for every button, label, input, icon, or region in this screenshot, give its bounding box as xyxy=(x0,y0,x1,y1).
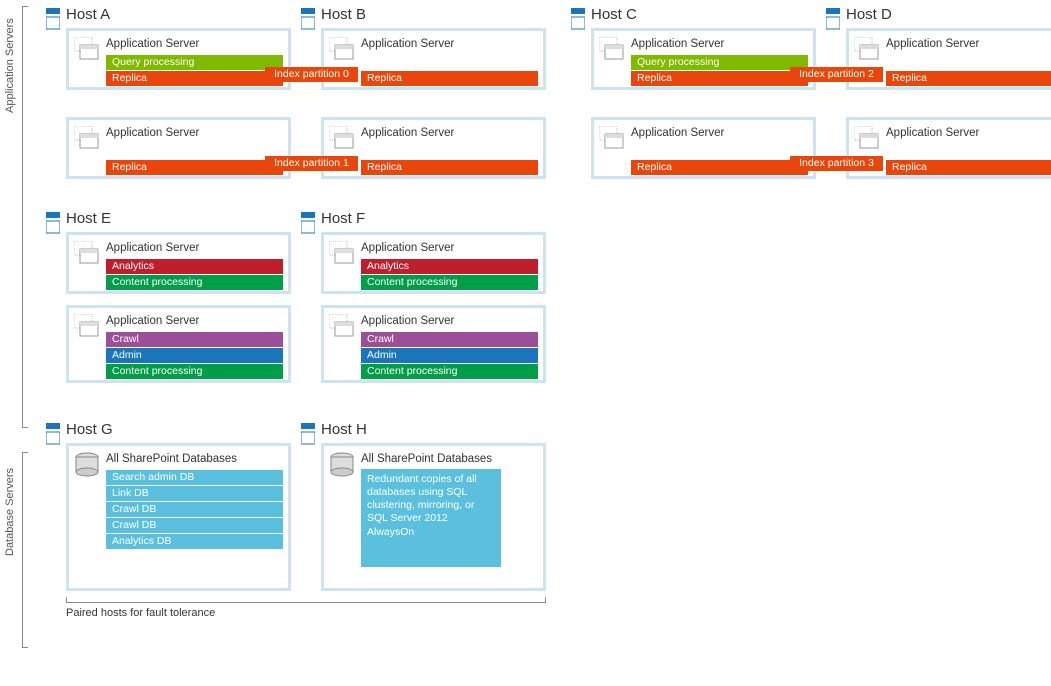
host-c-box-1: Application Server Query processing Repl… xyxy=(591,28,816,90)
server-title: Application Server xyxy=(631,35,808,54)
db-item: Search admin DB xyxy=(106,470,283,485)
role-analytics: Analytics xyxy=(106,259,283,274)
windows-icon xyxy=(329,37,355,61)
host-title: Host E xyxy=(66,210,111,227)
host-title: Host F xyxy=(321,210,365,227)
role-replica: Replica xyxy=(361,71,538,86)
host-a-box-2: Application Server . Replica xyxy=(66,117,291,179)
windows-icon xyxy=(74,37,100,61)
server-title: Application Server xyxy=(361,312,538,331)
host-title: Host D xyxy=(846,6,892,23)
app-servers-label: Application Servers xyxy=(4,6,16,126)
role-content: Content processing xyxy=(361,275,538,290)
role-query: Query processing xyxy=(631,55,808,70)
host-title: Host A xyxy=(66,6,110,23)
role-content: Content processing xyxy=(106,275,283,290)
role-crawl: Crawl xyxy=(361,332,538,347)
index-partition-3-label: Index partition 3 xyxy=(790,156,883,171)
windows-icon xyxy=(329,126,355,150)
server-title: Application Server xyxy=(106,124,283,143)
role-replica: Replica xyxy=(106,71,283,86)
windows-icon xyxy=(74,241,100,265)
server-title: Application Server xyxy=(361,35,538,54)
server-title: Application Server xyxy=(886,35,1051,54)
windows-icon xyxy=(329,241,355,265)
role-replica: Replica xyxy=(886,71,1051,86)
host-e-box-2: Application Server Crawl Admin Content p… xyxy=(66,305,291,383)
host-rack-icon xyxy=(46,212,60,232)
windows-icon xyxy=(599,126,625,150)
role-replica: Replica xyxy=(106,160,283,175)
host-f-box-1: Application Server Analytics Content pro… xyxy=(321,232,546,294)
host-e-box-1: Application Server Analytics Content pro… xyxy=(66,232,291,294)
paired-hosts-label: Paired hosts for fault tolerance xyxy=(66,607,215,619)
windows-icon xyxy=(329,314,355,338)
windows-icon xyxy=(854,37,880,61)
diagram-canvas: Host A Application Server Query processi… xyxy=(36,6,1046,611)
role-content: Content processing xyxy=(106,364,283,379)
role-admin: Admin xyxy=(106,348,283,363)
index-partition-0-label: Index partition 0 xyxy=(265,67,358,82)
server-title: Application Server xyxy=(361,239,538,258)
host-title: Host C xyxy=(591,6,637,23)
role-crawl: Crawl xyxy=(106,332,283,347)
index-partition-1-label: Index partition 1 xyxy=(265,156,358,171)
host-g-box: All SharePoint Databases Search admin DB… xyxy=(66,443,291,591)
host-rack-icon xyxy=(46,423,60,443)
server-title: Application Server xyxy=(106,35,283,54)
app-servers-bracket xyxy=(22,6,28,428)
db-servers-label: Database Servers xyxy=(4,452,16,572)
host-h-box: All SharePoint Databases Redundant copie… xyxy=(321,443,546,591)
host-rack-icon xyxy=(826,8,840,28)
server-title: Application Server xyxy=(361,124,538,143)
database-icon xyxy=(329,452,355,478)
server-title: Application Server xyxy=(106,239,283,258)
db-item: Crawl DB xyxy=(106,502,283,517)
role-content: Content processing xyxy=(361,364,538,379)
db-item: Crawl DB xyxy=(106,518,283,533)
paired-hosts-bracket xyxy=(66,597,546,603)
database-icon xyxy=(74,452,100,478)
host-a-box-1: Application Server Query processing Repl… xyxy=(66,28,291,90)
host-rack-icon xyxy=(46,8,60,28)
role-replica: Replica xyxy=(361,160,538,175)
windows-icon xyxy=(74,314,100,338)
role-replica: Replica xyxy=(886,160,1051,175)
windows-icon xyxy=(599,37,625,61)
server-title: Application Server xyxy=(631,124,808,143)
windows-icon xyxy=(74,126,100,150)
role-replica: Replica xyxy=(631,71,808,86)
db-item: Analytics DB xyxy=(106,534,283,549)
host-c-box-2: Application Server . Replica xyxy=(591,117,816,179)
role-query: Query processing xyxy=(106,55,283,70)
role-analytics: Analytics xyxy=(361,259,538,274)
host-f-box-2: Application Server Crawl Admin Content p… xyxy=(321,305,546,383)
db-title: All SharePoint Databases xyxy=(361,450,538,469)
server-title: Application Server xyxy=(106,312,283,331)
host-rack-icon xyxy=(301,212,315,232)
db-redundancy-note: Redundant copies of all databases using … xyxy=(361,469,501,567)
server-title: Application Server xyxy=(886,124,1051,143)
windows-icon xyxy=(854,126,880,150)
host-rack-icon xyxy=(571,8,585,28)
host-title: Host G xyxy=(66,421,113,438)
host-rack-icon xyxy=(301,8,315,28)
role-replica: Replica xyxy=(631,160,808,175)
host-title: Host H xyxy=(321,421,367,438)
db-servers-bracket xyxy=(22,452,28,648)
host-title: Host B xyxy=(321,6,366,23)
db-item: Link DB xyxy=(106,486,283,501)
host-rack-icon xyxy=(301,423,315,443)
index-partition-2-label: Index partition 2 xyxy=(790,67,883,82)
db-title: All SharePoint Databases xyxy=(106,450,283,469)
role-admin: Admin xyxy=(361,348,538,363)
